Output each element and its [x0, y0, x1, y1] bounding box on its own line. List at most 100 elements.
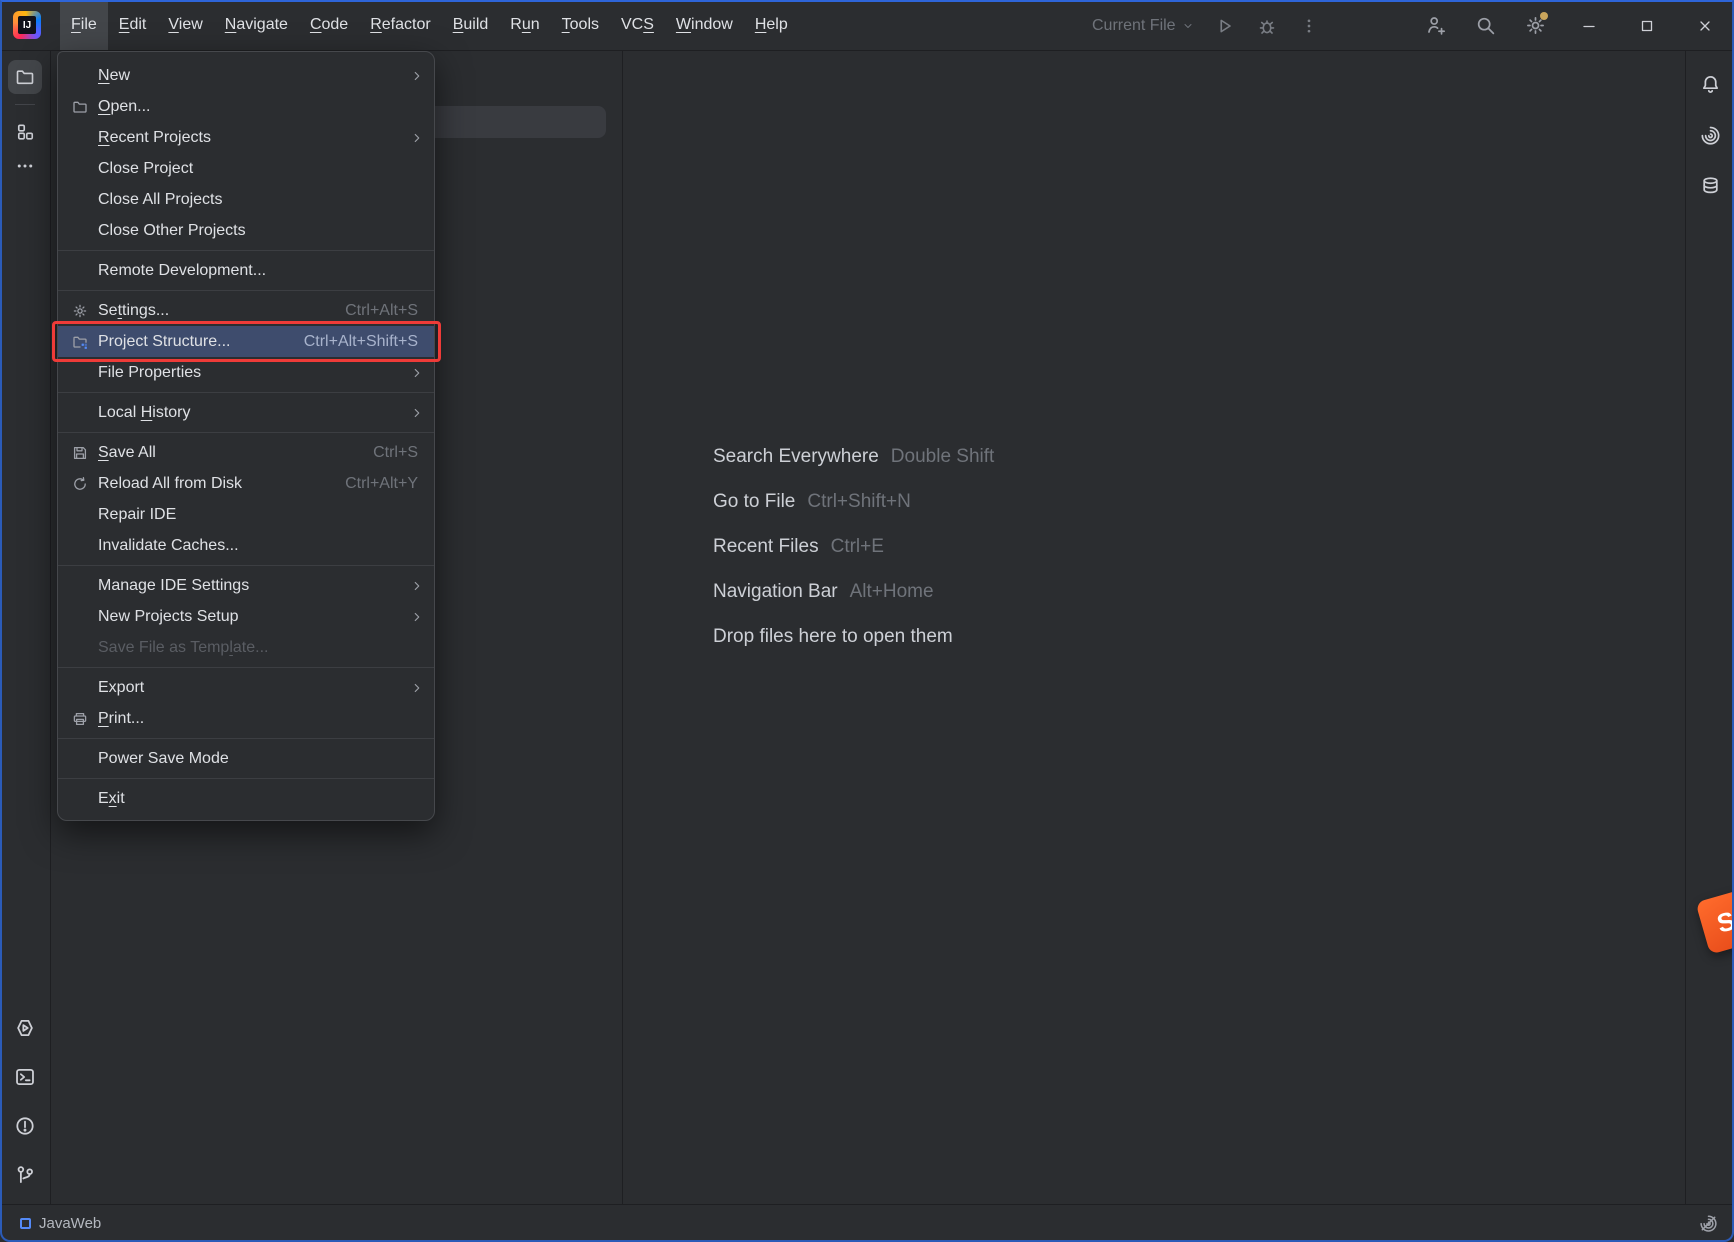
save-floppy-icon — [72, 445, 98, 461]
settings-gear-icon[interactable] — [1510, 0, 1560, 51]
menu-navigate[interactable]: Navigate — [214, 0, 299, 50]
menu-item-power-save-mode[interactable]: Power Save Mode — [58, 743, 434, 774]
menu-build[interactable]: Build — [442, 0, 500, 50]
ai-swirl-disabled-icon — [1699, 1214, 1718, 1233]
titlebar: File Edit View Navigate Code Refactor Bu… — [0, 0, 1734, 51]
menu-run[interactable]: Run — [499, 0, 550, 50]
hint-label: Drop files here to open them — [713, 626, 953, 648]
run-toolbar: Current File — [1092, 0, 1320, 51]
project-name: JavaWeb — [39, 1215, 101, 1232]
menu-item-open[interactable]: Open... — [58, 91, 434, 122]
menu-file[interactable]: File — [60, 0, 108, 50]
menu-code[interactable]: Code — [299, 0, 359, 50]
services-toolwindow-button[interactable] — [8, 1011, 42, 1045]
folder-icon — [15, 67, 35, 87]
menu-separator — [58, 565, 434, 566]
chevron-down-icon — [1182, 20, 1194, 32]
menu-item-save-all[interactable]: Save AllCtrl+S — [58, 437, 434, 468]
hint-label: Navigation Bar — [713, 581, 838, 603]
menu-item-project-structure[interactable]: Project Structure... Ctrl+Alt+Shift+S — [58, 326, 434, 357]
menu-item-new[interactable]: New — [58, 60, 434, 91]
menu-item-recent-projects[interactable]: Recent Projects — [58, 122, 434, 153]
more-actions-kebab-icon[interactable] — [1298, 15, 1320, 37]
menu-help[interactable]: Help — [744, 0, 799, 50]
bell-icon — [1700, 74, 1721, 95]
menu-item-save-file-as-template: Save File as Template... — [58, 632, 434, 663]
menu-item-file-properties[interactable]: File Properties — [58, 357, 434, 388]
ai-assistant-button[interactable] — [1693, 118, 1727, 152]
menu-item-export[interactable]: Export — [58, 672, 434, 703]
menu-item-close-project[interactable]: Close Project — [58, 153, 434, 184]
menu-item-print[interactable]: Print... — [58, 703, 434, 734]
hint-shortcut: Alt+Home — [850, 581, 934, 603]
hint-label: Recent Files — [713, 536, 819, 558]
menu-separator — [58, 778, 434, 779]
project-widget[interactable]: JavaWeb — [20, 1215, 101, 1232]
hint-shortcut: Ctrl+E — [831, 536, 884, 558]
right-toolwindow-rail — [1685, 51, 1734, 1204]
menu-item-manage-ide-settings[interactable]: Manage IDE Settings — [58, 570, 434, 601]
submenu-chevron-icon — [408, 610, 424, 624]
menu-item-new-projects-setup[interactable]: New Projects Setup — [58, 601, 434, 632]
menu-item-local-history[interactable]: Local History — [58, 397, 434, 428]
menu-item-settings[interactable]: Settings...Ctrl+Alt+S — [58, 295, 434, 326]
ai-assistant-status-button[interactable] — [1699, 1214, 1718, 1233]
hint-label: Go to File — [713, 491, 795, 513]
submenu-chevron-icon — [408, 579, 424, 593]
menu-item-invalidate-caches[interactable]: Invalidate Caches... — [58, 530, 434, 561]
search-everywhere-icon[interactable] — [1460, 0, 1510, 51]
panel-divider[interactable] — [622, 51, 623, 1204]
menu-view[interactable]: View — [157, 0, 213, 50]
menu-item-remote-development[interactable]: Remote Development... — [58, 255, 434, 286]
notifications-button[interactable] — [1693, 67, 1727, 101]
database-toolwindow-button[interactable] — [1693, 169, 1727, 203]
run-button[interactable] — [1214, 15, 1236, 37]
menu-window[interactable]: Window — [665, 0, 744, 50]
menu-item-close-other-projects[interactable]: Close Other Projects — [58, 215, 434, 246]
menu-tools[interactable]: Tools — [551, 0, 610, 50]
window-minimize-button[interactable] — [1560, 0, 1618, 51]
menu-edit[interactable]: Edit — [108, 0, 158, 50]
shortcut-label: Ctrl+S — [373, 444, 424, 462]
submenu-chevron-icon — [408, 366, 424, 380]
menu-separator — [58, 290, 434, 291]
structure-icon — [15, 122, 35, 142]
shortcut-label: Ctrl+Alt+S — [345, 302, 424, 320]
more-toolwindows-button[interactable] — [8, 149, 42, 183]
menu-separator — [58, 392, 434, 393]
ai-swirl-icon — [1700, 125, 1721, 146]
window-maximize-button[interactable] — [1618, 0, 1676, 51]
hint-shortcut: Ctrl+Shift+N — [807, 491, 910, 513]
menu-item-repair-ide[interactable]: Repair IDE — [58, 499, 434, 530]
submenu-chevron-icon — [408, 69, 424, 83]
printer-icon — [72, 711, 98, 727]
titlebar-actions — [1410, 0, 1734, 51]
project-structure-icon — [72, 334, 98, 350]
code-with-me-user-plus-icon[interactable] — [1410, 0, 1460, 51]
project-toolwindow-button[interactable] — [8, 60, 42, 94]
window-close-button[interactable] — [1676, 0, 1734, 51]
terminal-toolwindow-button[interactable] — [8, 1060, 42, 1094]
run-configuration-selector[interactable]: Current File — [1092, 17, 1194, 35]
menu-separator — [58, 738, 434, 739]
database-icon — [1700, 176, 1721, 197]
menu-item-exit[interactable]: Exit — [58, 783, 434, 814]
hint-row: Drop files here to open them — [713, 614, 994, 659]
menu-refactor[interactable]: Refactor — [359, 0, 441, 50]
intellij-logo-icon — [13, 11, 41, 39]
menu-separator — [58, 667, 434, 668]
menu-item-reload-all-from-disk[interactable]: Reload All from DiskCtrl+Alt+Y — [58, 468, 434, 499]
terminal-icon — [14, 1066, 36, 1088]
hint-row: Recent Files Ctrl+E — [713, 524, 994, 569]
menu-item-close-all-projects[interactable]: Close All Projects — [58, 184, 434, 215]
file-menu-popup: New Open... Recent Projects Close Projec… — [57, 51, 435, 821]
menu-vcs[interactable]: VCS — [610, 0, 665, 50]
alert-circle-icon — [14, 1115, 36, 1137]
problems-toolwindow-button[interactable] — [8, 1109, 42, 1143]
git-branch-icon — [14, 1164, 36, 1186]
structure-toolwindow-button[interactable] — [8, 115, 42, 149]
version-control-toolwindow-button[interactable] — [8, 1158, 42, 1192]
submenu-chevron-icon — [408, 406, 424, 420]
services-hexagon-play-icon — [14, 1017, 36, 1039]
debug-button[interactable] — [1256, 15, 1278, 37]
